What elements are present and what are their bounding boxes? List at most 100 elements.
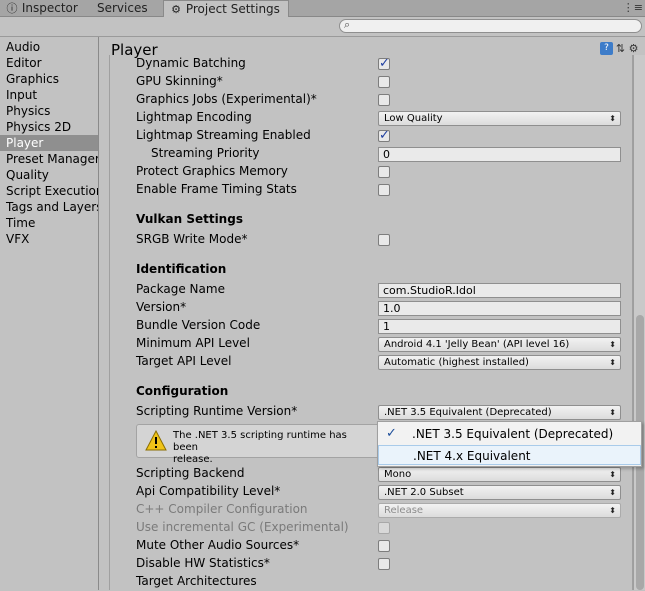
srgb-write-label: SRGB Write Mode* xyxy=(136,232,248,246)
nav-item-editor[interactable]: Editor xyxy=(0,55,98,71)
mute-audio-checkbox[interactable] xyxy=(378,540,390,552)
settings-gear-icon[interactable]: ⚙ xyxy=(627,42,640,55)
row-streaming-priority: Streaming Priority 0 xyxy=(110,145,634,163)
package-name-label: Package Name xyxy=(136,282,225,296)
nav-item-time[interactable]: Time xyxy=(0,215,98,231)
nav-item-input[interactable]: Input xyxy=(0,87,98,103)
vulkan-settings-header: Vulkan Settings xyxy=(136,212,243,226)
row-cpp-compiler: C++ Compiler Configuration Release ⬍ xyxy=(110,501,634,519)
disable-hw-stats-checkbox[interactable] xyxy=(378,558,390,570)
api-compat-value: .NET 2.0 Subset xyxy=(384,487,464,498)
srgb-write-checkbox[interactable] xyxy=(378,234,390,246)
nav-item-quality[interactable]: Quality xyxy=(0,167,98,183)
nav-item-preset-manager[interactable]: Preset Manager xyxy=(0,151,98,167)
nav-item-physics-2d[interactable]: Physics 2D xyxy=(0,119,98,135)
nav-item-player[interactable]: Player xyxy=(0,135,98,151)
row-configuration-header: Configuration xyxy=(110,383,634,401)
row-dynamic-batching: Dynamic Batching ✓ xyxy=(110,55,634,73)
popup-option-net4x[interactable]: .NET 4.x Equivalent xyxy=(378,445,641,465)
min-api-value: Android 4.1 'Jelly Bean' (API level 16) xyxy=(384,339,570,350)
dynamic-batching-checkbox[interactable]: ✓ xyxy=(378,57,390,70)
row-bundle-version: Bundle Version Code 1 xyxy=(110,317,634,335)
lightmap-encoding-dropdown[interactable]: Low Quality ⬍ xyxy=(378,111,621,126)
scripting-runtime-label: Scripting Runtime Version* xyxy=(136,404,298,418)
gpu-skinning-checkbox[interactable] xyxy=(378,76,390,88)
bundle-version-label: Bundle Version Code xyxy=(136,318,261,332)
version-field[interactable]: 1.0 xyxy=(378,301,621,316)
row-min-api: Minimum API Level Android 4.1 'Jelly Bea… xyxy=(110,335,634,353)
nav-item-graphics[interactable]: Graphics xyxy=(0,71,98,87)
row-frame-timing: Enable Frame Timing Stats xyxy=(110,181,634,199)
min-api-dropdown[interactable]: Android 4.1 'Jelly Bean' (API level 16) … xyxy=(378,337,621,352)
nav-item-vfx[interactable]: VFX xyxy=(0,231,98,247)
warning-icon xyxy=(145,430,167,451)
dropdown-arrow-icon: ⬍ xyxy=(609,340,616,349)
warning-text: The .NET 3.5 scripting runtime has been … xyxy=(173,430,373,466)
configuration-header: Configuration xyxy=(136,384,229,398)
dropdown-arrow-icon: ⬍ xyxy=(609,114,616,123)
row-incremental-gc: Use incremental GC (Experimental) xyxy=(110,519,634,537)
dropdown-arrow-icon: ⬍ xyxy=(609,358,616,367)
row-vulkan-header: Vulkan Settings xyxy=(110,211,634,229)
row-identification-header: Identification xyxy=(110,261,634,279)
nav-item-tags-and-layers[interactable]: Tags and Layers xyxy=(0,199,98,215)
tab-bar: ⓘ Inspector Services ⚙ Project Settings … xyxy=(0,0,645,17)
target-api-dropdown[interactable]: Automatic (highest installed) ⬍ xyxy=(378,355,621,370)
row-target-arch: Target Architectures xyxy=(110,573,634,591)
tab-services[interactable]: Services xyxy=(91,0,154,17)
target-api-label: Target API Level xyxy=(136,354,232,368)
dropdown-arrow-icon: ⬍ xyxy=(609,408,616,417)
graphics-jobs-checkbox[interactable] xyxy=(378,94,390,106)
streaming-priority-field[interactable]: 0 xyxy=(378,147,621,162)
vertical-scrollbar[interactable] xyxy=(633,55,645,590)
lightmap-streaming-checkbox[interactable]: ✓ xyxy=(378,129,390,142)
target-arch-label: Target Architectures xyxy=(136,574,257,588)
settings-nav: Audio Editor Graphics Input Physics Phys… xyxy=(0,37,99,590)
checkmark-icon: ✓ xyxy=(386,426,397,441)
protect-graphics-memory-checkbox[interactable] xyxy=(378,166,390,178)
scripting-backend-value: Mono xyxy=(384,469,412,480)
lightmap-encoding-label: Lightmap Encoding xyxy=(136,110,252,124)
popup-option-net35[interactable]: ✓ .NET 3.5 Equivalent (Deprecated) xyxy=(378,424,641,444)
bundle-version-field[interactable]: 1 xyxy=(378,319,621,334)
package-name-field[interactable]: com.StudioR.Idol xyxy=(378,283,621,298)
search-input[interactable] xyxy=(356,20,636,32)
incremental-gc-label: Use incremental GC (Experimental) xyxy=(136,520,349,534)
row-lightmap-streaming: Lightmap Streaming Enabled ✓ xyxy=(110,127,634,145)
cpp-compiler-value: Release xyxy=(384,505,424,516)
nav-item-audio[interactable]: Audio xyxy=(0,39,98,55)
nav-item-script-execution[interactable]: Script Execution xyxy=(0,183,98,199)
tab-menu-icon[interactable]: ⋮≡ xyxy=(623,1,643,14)
warning-text-line1: The .NET 3.5 scripting runtime has been xyxy=(173,430,347,453)
dropdown-arrow-icon: ⬍ xyxy=(609,488,616,497)
row-target-api: Target API Level Automatic (highest inst… xyxy=(110,353,634,371)
nav-item-physics[interactable]: Physics xyxy=(0,103,98,119)
protect-graphics-memory-label: Protect Graphics Memory xyxy=(136,164,288,178)
min-api-label: Minimum API Level xyxy=(136,336,250,350)
tab-project-settings[interactable]: ⚙ Project Settings xyxy=(163,0,289,17)
scripting-runtime-popup: ✓ .NET 3.5 Equivalent (Deprecated) .NET … xyxy=(377,421,642,467)
target-api-value: Automatic (highest installed) xyxy=(384,357,529,368)
preset-icon[interactable]: ⇅ xyxy=(614,42,627,55)
row-package-name: Package Name com.StudioR.Idol xyxy=(110,281,634,299)
version-label: Version* xyxy=(136,300,187,314)
tab-inspector-label: Inspector xyxy=(21,1,78,15)
scripting-backend-dropdown[interactable]: Mono ⬍ xyxy=(378,467,621,482)
tab-inspector[interactable]: ⓘ Inspector xyxy=(0,0,84,17)
lightmap-streaming-label: Lightmap Streaming Enabled xyxy=(136,128,311,142)
search-box[interactable]: ⌕ xyxy=(339,18,642,33)
scripting-backend-label: Scripting Backend xyxy=(136,466,245,480)
help-book-icon[interactable]: ? xyxy=(600,42,613,55)
row-mute-audio: Mute Other Audio Sources* xyxy=(110,537,634,555)
frame-timing-label: Enable Frame Timing Stats xyxy=(136,182,297,196)
api-compat-dropdown[interactable]: .NET 2.0 Subset ⬍ xyxy=(378,485,621,500)
row-disable-hw-stats: Disable HW Statistics* xyxy=(110,555,634,573)
dynamic-batching-label: Dynamic Batching xyxy=(136,56,246,70)
settings-panel: Player ? ⇅ ⚙ Dynamic Batching ✓ GPU Skin… xyxy=(100,37,645,590)
scripting-runtime-dropdown[interactable]: .NET 3.5 Equivalent (Deprecated) ⬍ xyxy=(378,405,621,420)
frame-timing-checkbox[interactable] xyxy=(378,184,390,196)
row-gpu-skinning: GPU Skinning* xyxy=(110,73,634,91)
api-compat-label: Api Compatibility Level* xyxy=(136,484,281,498)
row-graphics-jobs: Graphics Jobs (Experimental)* xyxy=(110,91,634,109)
gear-icon: ⚙ xyxy=(171,3,181,16)
